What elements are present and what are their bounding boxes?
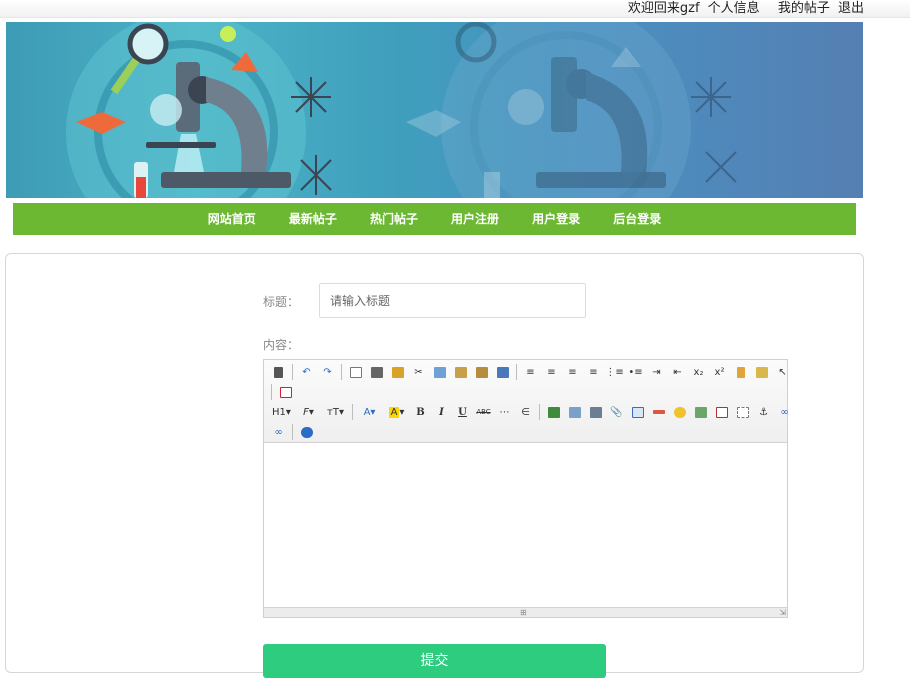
- print-icon[interactable]: [368, 363, 386, 381]
- copy-icon[interactable]: [431, 363, 449, 381]
- toolbar-separator: [292, 364, 293, 380]
- attachment-icon[interactable]: 📎: [608, 403, 626, 421]
- nav-item-hot[interactable]: 热门帖子: [370, 203, 418, 235]
- bold-label: B: [416, 406, 425, 418]
- fullscreen-icon[interactable]: [277, 383, 295, 401]
- logout-link[interactable]: 退出: [838, 1, 864, 16]
- drag-handle-icon[interactable]: ⊞: [520, 609, 527, 617]
- nav-item-admin-login[interactable]: 后台登录: [613, 203, 661, 235]
- heading-dropdown[interactable]: H1 ▾: [270, 403, 294, 421]
- preview-icon[interactable]: [347, 363, 365, 381]
- submit-button[interactable]: 提交: [263, 644, 606, 678]
- table-icon[interactable]: [629, 403, 647, 421]
- font-color-dropdown[interactable]: A ▾: [358, 403, 382, 421]
- quick-format-icon[interactable]: [753, 363, 771, 381]
- map-icon[interactable]: [692, 403, 710, 421]
- underline-label: U: [458, 406, 467, 418]
- my-posts-link[interactable]: 我的帖子: [778, 1, 830, 16]
- help-icon[interactable]: [298, 423, 316, 441]
- align-center-icon[interactable]: ≡: [543, 363, 561, 381]
- italic-label: I: [439, 406, 444, 418]
- unlink-icon[interactable]: ∞: [270, 423, 288, 441]
- editor-content-area[interactable]: [264, 444, 787, 607]
- cut-icon[interactable]: ✂: [410, 363, 428, 381]
- editor-statusbar: ⊞ ⇲: [264, 607, 787, 617]
- font-color-label: A: [363, 406, 371, 418]
- paste-text-icon[interactable]: [473, 363, 491, 381]
- align-justify-icon[interactable]: ≡: [585, 363, 603, 381]
- profile-link[interactable]: 个人信息: [708, 1, 760, 16]
- clear-format-icon[interactable]: [732, 363, 750, 381]
- media-icon[interactable]: [587, 403, 605, 421]
- toolbar-row-1: ↶ ↷ ✂ ≡ ≡ ≡ ≡ ⋮≡ •≡ ⇥ ⇤ x₂ x² ↖: [268, 362, 793, 382]
- italic-button[interactable]: I: [433, 403, 451, 421]
- nav-item-login[interactable]: 用户登录: [532, 203, 580, 235]
- toolbar-separator: [292, 424, 293, 440]
- resize-icon[interactable]: ⇲: [779, 609, 786, 617]
- toolbar-separator: [341, 364, 342, 380]
- rich-text-editor: ↶ ↷ ✂ ≡ ≡ ≡ ≡ ⋮≡ •≡ ⇥ ⇤ x₂ x² ↖ H1 ▾ F ▾…: [263, 359, 789, 618]
- link-icon[interactable]: ∞: [776, 403, 794, 421]
- banner-illustration: [66, 22, 737, 198]
- indent-icon[interactable]: ⇥: [648, 363, 666, 381]
- font-size-label: тT: [327, 406, 339, 418]
- unordered-list-icon[interactable]: •≡: [627, 363, 645, 381]
- align-right-icon[interactable]: ≡: [564, 363, 582, 381]
- align-left-icon[interactable]: ≡: [522, 363, 540, 381]
- paste-word-icon[interactable]: [494, 363, 512, 381]
- toolbar-separator: [352, 404, 353, 420]
- ordered-list-icon[interactable]: ⋮≡: [605, 363, 623, 381]
- insert-hr-icon[interactable]: [650, 403, 668, 421]
- image-icon[interactable]: [545, 403, 563, 421]
- horizontal-line-icon[interactable]: ⋯: [496, 403, 514, 421]
- nav-item-register[interactable]: 用户注册: [451, 203, 499, 235]
- strikethrough-label: ABC: [476, 408, 491, 416]
- title-label: 标题：: [263, 295, 300, 309]
- select-all-icon[interactable]: ↖: [774, 363, 792, 381]
- toolbar-separator: [539, 404, 540, 420]
- underline-button[interactable]: U: [454, 403, 472, 421]
- title-input[interactable]: [319, 283, 586, 318]
- content-label: 内容：: [263, 338, 300, 352]
- eraser-icon[interactable]: ∈: [517, 403, 535, 421]
- main-nav: 网站首页 最新帖子 热门帖子 用户注册 用户登录 后台登录: [13, 203, 856, 235]
- undo-icon[interactable]: ↶: [298, 363, 316, 381]
- emoticon-icon[interactable]: [671, 403, 689, 421]
- flash-icon[interactable]: [566, 403, 584, 421]
- user-links: 欢迎回来gzf 个人信息 我的帖子 退出: [624, 0, 864, 17]
- font-size-dropdown[interactable]: тT ▾: [324, 403, 348, 421]
- user-topbar: 欢迎回来gzf 个人信息 我的帖子 退出: [0, 0, 910, 18]
- anchor-icon[interactable]: ⚓: [755, 403, 773, 421]
- font-family-dropdown[interactable]: F ▾: [297, 403, 321, 421]
- bold-button[interactable]: B: [412, 403, 430, 421]
- strikethrough-button[interactable]: ABC: [475, 403, 493, 421]
- heading-label: H1: [272, 406, 286, 418]
- welcome-text: 欢迎回来gzf: [627, 1, 700, 16]
- editor-toolbar: ↶ ↷ ✂ ≡ ≡ ≡ ≡ ⋮≡ •≡ ⇥ ⇤ x₂ x² ↖ H1 ▾ F ▾…: [264, 360, 789, 443]
- page-break-icon[interactable]: [734, 403, 752, 421]
- nav-item-home[interactable]: 网站首页: [208, 203, 256, 235]
- background-color-dropdown[interactable]: A ▾: [385, 403, 409, 421]
- toolbar-row-1b: [268, 382, 296, 402]
- redo-icon[interactable]: ↷: [319, 363, 337, 381]
- background-color-label: A: [388, 406, 400, 418]
- subscript-icon[interactable]: x₂: [690, 363, 708, 381]
- toolbar-separator: [271, 384, 272, 400]
- toolbar-row-2b: ∞: [268, 422, 317, 442]
- superscript-icon[interactable]: x²: [711, 363, 729, 381]
- font-family-label: F: [303, 406, 309, 418]
- toolbar-separator: [516, 364, 517, 380]
- source-code-icon[interactable]: [270, 363, 288, 381]
- code-icon[interactable]: [713, 403, 731, 421]
- template-icon[interactable]: [389, 363, 407, 381]
- outdent-icon[interactable]: ⇤: [669, 363, 687, 381]
- site-banner: [6, 22, 863, 198]
- toolbar-row-2: H1 ▾ F ▾ тT ▾ A ▾ A ▾ B I U ABC ⋯ ∈ 📎 ⚓ ∞: [268, 402, 795, 422]
- nav-item-latest[interactable]: 最新帖子: [289, 203, 337, 235]
- paste-icon[interactable]: [452, 363, 470, 381]
